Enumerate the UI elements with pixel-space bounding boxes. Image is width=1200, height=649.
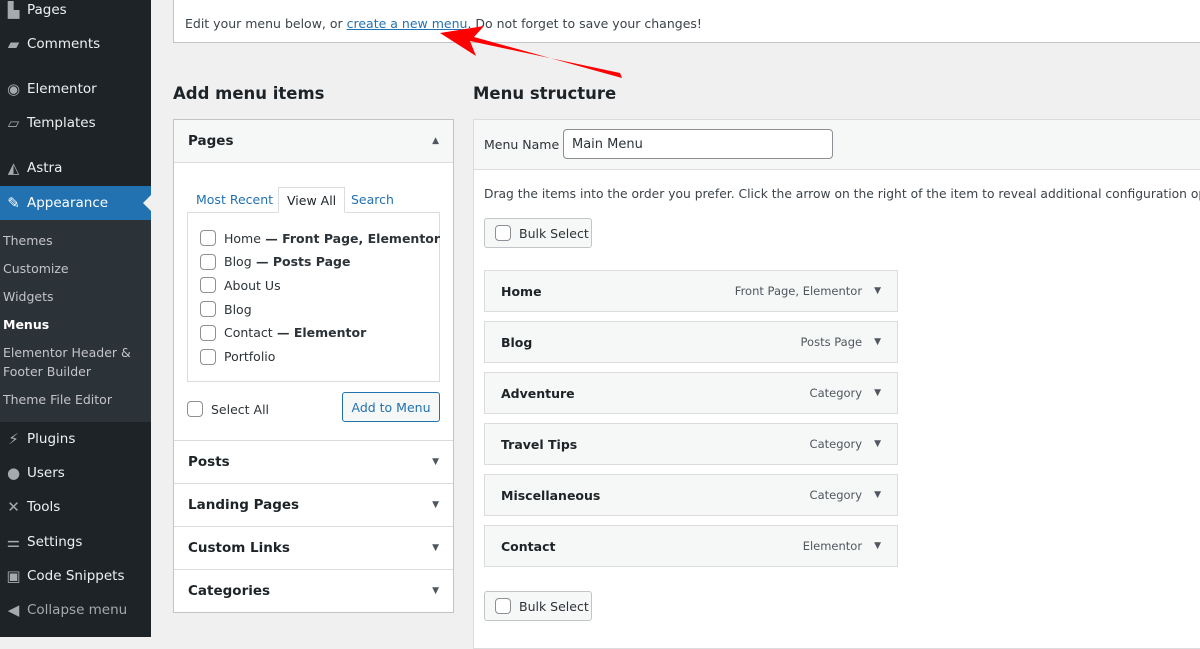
bulk-select-label: Bulk Select <box>519 598 589 614</box>
menu-name-bar: Menu Name <box>474 120 1200 170</box>
menu-item-type: Category <box>809 437 863 451</box>
arrow-down-icon: ▼ <box>432 457 439 467</box>
section-categories[interactable]: Categories ▼ <box>174 569 453 612</box>
menu-item-title: Contact <box>501 538 556 554</box>
menu-item-type: Posts Page <box>800 335 863 349</box>
menu-item-title: Home <box>501 283 542 299</box>
menu-name-label: Menu Name <box>484 137 560 152</box>
page-name: Home <box>224 230 261 246</box>
menu-item-type: Category <box>809 386 863 400</box>
tab-search[interactable]: Search <box>343 187 402 213</box>
checkbox[interactable] <box>495 598 511 614</box>
page-meta: — Elementor <box>272 325 367 341</box>
menu-item-type: Category <box>809 488 863 502</box>
menu-item-title: Travel Tips <box>501 436 578 452</box>
checkbox[interactable] <box>200 348 216 365</box>
expand-arrow-icon[interactable]: ▼ <box>874 286 881 296</box>
expand-arrow-icon[interactable]: ▼ <box>874 337 881 347</box>
arrow-down-icon: ▼ <box>432 586 439 596</box>
section-title: Landing Pages <box>188 497 300 513</box>
page-name: Contact <box>224 325 273 341</box>
bulk-select-top[interactable]: Bulk Select <box>484 218 592 248</box>
page-meta: — Front Page, Elementor <box>260 230 441 246</box>
section-custom-links[interactable]: Custom Links ▼ <box>174 526 453 569</box>
page-name: About Us <box>224 277 281 293</box>
select-all-label: Select All <box>211 401 270 417</box>
menu-item-title: Blog <box>501 334 533 350</box>
menu-item[interactable]: Travel Tips Category ▼ <box>484 423 898 465</box>
menu-item[interactable]: Contact Elementor ▼ <box>484 525 898 567</box>
section-title: Pages <box>188 133 234 149</box>
menu-item-title: Adventure <box>501 385 575 401</box>
checkbox[interactable] <box>495 225 511 241</box>
menu-item[interactable]: Adventure Category ▼ <box>484 372 898 414</box>
checkbox[interactable] <box>200 230 216 246</box>
menu-item-type: Elementor <box>802 539 863 553</box>
page-meta: — Posts Page <box>251 254 351 270</box>
page-name: Blog <box>224 301 252 317</box>
arrow-down-icon: ▼ <box>432 500 439 510</box>
instructions-text: Drag the items into the order you prefer… <box>484 187 1200 201</box>
arrow-down-icon: ▼ <box>432 543 439 553</box>
section-title: Custom Links <box>188 540 290 556</box>
expand-arrow-icon[interactable]: ▼ <box>874 439 881 449</box>
menu-name-input[interactable] <box>563 129 833 159</box>
checkbox[interactable] <box>200 324 216 341</box>
expand-arrow-icon[interactable]: ▼ <box>874 490 881 500</box>
menu-structure-panel: Menu Name Drag the items into the order … <box>473 119 1200 649</box>
add-to-menu-button[interactable]: Add to Menu <box>342 392 440 422</box>
page-checkbox-row[interactable]: Blog <box>200 301 252 318</box>
page-name: Blog <box>224 254 252 270</box>
add-menu-items-panel: Pages ▲ Most Recent View All Search Home … <box>173 119 454 613</box>
checkbox[interactable] <box>200 277 216 294</box>
page-checkbox-row[interactable]: Contact — Elementor <box>200 324 367 341</box>
menu-item[interactable]: Home Front Page, Elementor ▼ <box>484 270 898 312</box>
checkbox[interactable] <box>200 253 216 270</box>
pages-checklist: Home — Front Page, Elementor Blog — Posts… <box>187 212 440 382</box>
page-checkbox-row[interactable]: About Us <box>200 277 281 294</box>
section-title: Posts <box>188 454 230 470</box>
bulk-select-bottom[interactable]: Bulk Select <box>484 591 592 621</box>
pages-section-header[interactable]: Pages ▲ <box>174 120 453 163</box>
tab-most-recent[interactable]: Most Recent <box>188 187 281 213</box>
checkbox[interactable] <box>200 301 216 318</box>
page-checkbox-row[interactable]: Blog — Posts Page <box>200 253 351 270</box>
menu-item[interactable]: Miscellaneous Category ▼ <box>484 474 898 516</box>
menu-structure-heading: Menu structure <box>473 84 617 103</box>
expand-arrow-icon[interactable]: ▼ <box>874 541 881 551</box>
menu-item-title: Miscellaneous <box>501 487 601 503</box>
expand-arrow-icon[interactable]: ▼ <box>874 388 881 398</box>
section-landing-pages[interactable]: Landing Pages ▼ <box>174 483 453 526</box>
checkbox[interactable] <box>187 401 203 417</box>
tab-view-all[interactable]: View All <box>278 187 346 213</box>
page-checkbox-row[interactable]: Home — Front Page, Elementor <box>200 230 440 246</box>
arrow-up-icon: ▲ <box>432 136 439 146</box>
menu-item[interactable]: Blog Posts Page ▼ <box>484 321 898 363</box>
page-name: Portfolio <box>224 349 276 364</box>
bulk-select-label: Bulk Select <box>519 225 589 241</box>
section-title: Categories <box>188 583 271 599</box>
menu-item-type: Front Page, Elementor <box>734 284 863 298</box>
section-posts[interactable]: Posts ▼ <box>174 440 453 483</box>
page-checkbox-row[interactable]: Portfolio <box>200 348 276 365</box>
select-all-checkbox[interactable]: Select All <box>187 401 269 417</box>
add-menu-items-heading: Add menu items <box>173 84 325 103</box>
